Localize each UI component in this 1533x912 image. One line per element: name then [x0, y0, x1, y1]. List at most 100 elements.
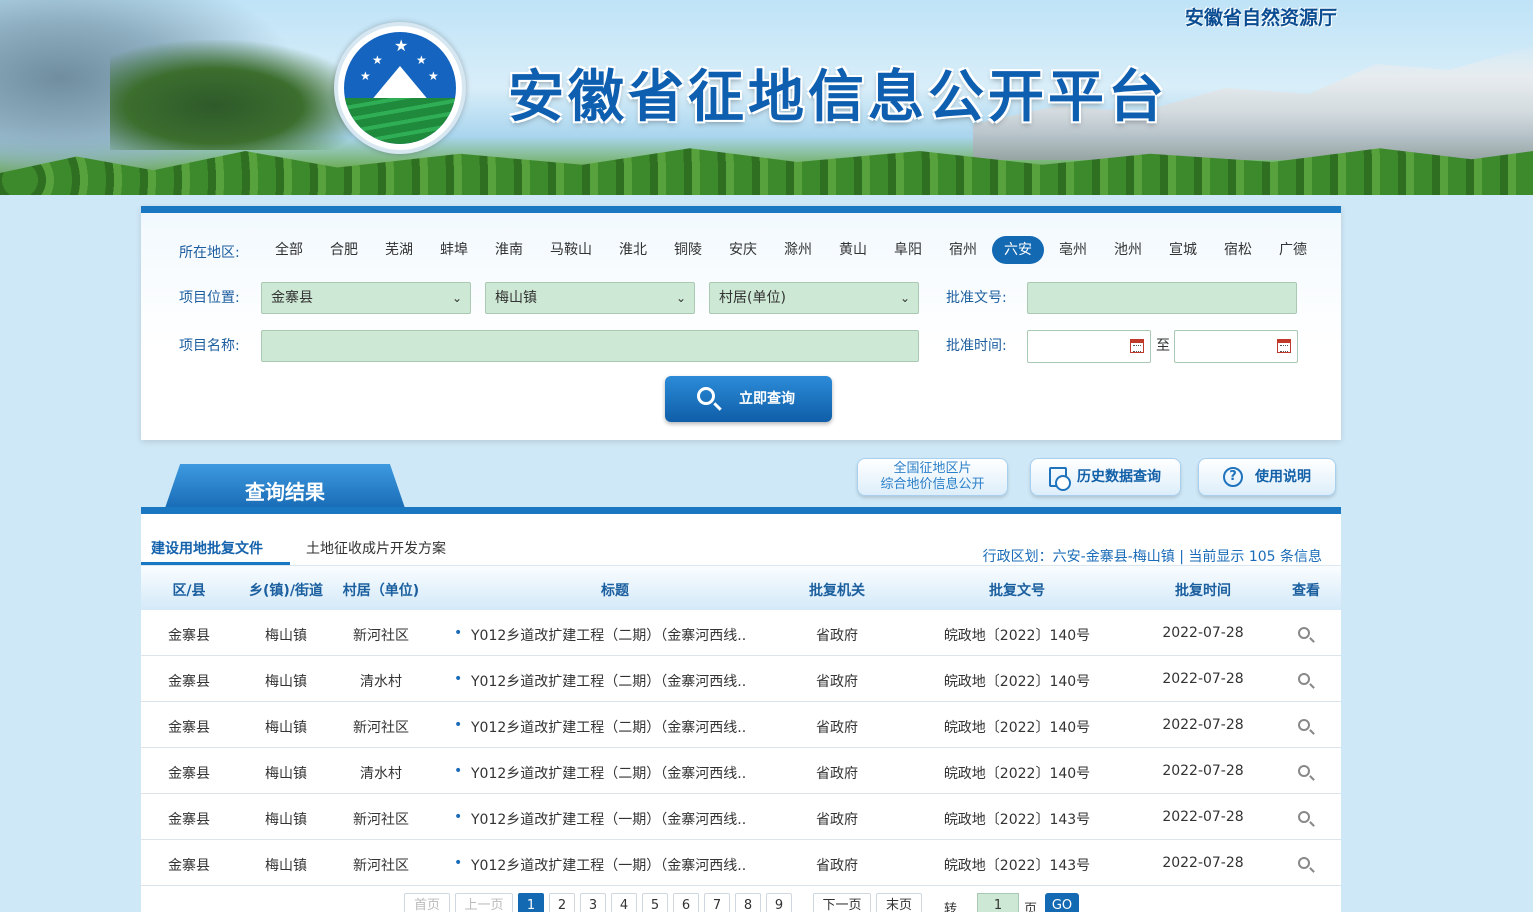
cell-title[interactable]: Y012乡道改扩建工程（二期）（金寨河西线.. [454, 625, 791, 645]
calendar-icon[interactable] [1277, 339, 1291, 353]
village-select[interactable]: 村居(单位) ⌄ [709, 282, 919, 314]
cell-date: 2022-07-28 [1162, 763, 1244, 779]
region-option[interactable]: 安庆 [717, 236, 769, 264]
region-option[interactable]: 全部 [263, 236, 315, 264]
first-page-button[interactable]: 首页 [404, 893, 450, 912]
page-number-button[interactable]: 5 [642, 893, 668, 912]
goto-page-input[interactable]: 1 [977, 893, 1019, 912]
region-option[interactable]: 芜湖 [373, 236, 425, 264]
prev-page-button[interactable]: 上一页 [455, 893, 513, 912]
cell-title[interactable]: Y012乡道改扩建工程（二期）（金寨河西线.. [454, 717, 791, 737]
search-panel: 所在地区: 全部 合肥 芜湖 蚌埠 淮南 马鞍山 淮北 铜陵 安庆 滁州 黄山 阜阳 宿州 六安 亳州 池州宣… [141, 206, 1341, 440]
region-option[interactable]: 宿松 [1212, 236, 1264, 264]
search-icon [697, 387, 715, 405]
table-row[interactable]: 金寨县 梅山镇 新河社区 Y012乡道改扩建工程（一期）（金寨河西线.. 省政府 皖政地〔… [141, 840, 1341, 886]
cell-town: 梅山镇 [265, 674, 307, 690]
view-search-icon[interactable] [1298, 765, 1310, 777]
active-tab-indicator [141, 562, 290, 565]
county-select-value: 金寨县 [271, 290, 313, 306]
cell-village: 新河社区 [353, 628, 409, 644]
cell-town: 梅山镇 [265, 858, 307, 874]
view-search-icon[interactable] [1298, 811, 1310, 823]
calendar-icon[interactable] [1130, 339, 1144, 353]
table-row[interactable]: 金寨县 梅山镇 新河社区 Y012乡道改扩建工程（二期）（金寨河西线.. 省政府 皖政地〔… [141, 702, 1341, 748]
region-option[interactable]: 淮南 [483, 236, 535, 264]
region-option[interactable]: 黄山 [827, 236, 879, 264]
header-banner: ★ ★ ★ ★ ★ 安徽省征地信息公开平台 安徽省自然资源厅 [0, 0, 1533, 195]
date-from-input[interactable] [1027, 330, 1151, 363]
cell-date: 2022-07-28 [1162, 717, 1244, 733]
approval-no-input[interactable] [1027, 282, 1297, 314]
page-number-button[interactable]: 7 [704, 893, 730, 912]
region-option[interactable]: 淮北 [607, 236, 659, 264]
tab-expropriation-plans[interactable]: 土地征收成片开发方案 [306, 538, 446, 558]
goto-button[interactable]: GO [1045, 893, 1079, 912]
approval-time-label: 批准时间: [946, 338, 1007, 354]
county-select[interactable]: 金寨县 ⌄ [261, 282, 471, 314]
cell-title[interactable]: Y012乡道改扩建工程（一期）（金寨河西线.. [454, 855, 791, 875]
cell-title[interactable]: Y012乡道改扩建工程（二期）（金寨河西线.. [454, 671, 791, 691]
col-date: 批复时间 [1175, 583, 1231, 599]
view-search-icon[interactable] [1298, 627, 1310, 639]
region-option[interactable]: 亳州 [1047, 236, 1099, 264]
national-land-price-button[interactable]: 全国征地区片 综合地价信息公开 [857, 458, 1008, 496]
cell-village: 新河社区 [353, 858, 409, 874]
cell-town: 梅山镇 [265, 766, 307, 782]
table-row[interactable]: 金寨县 梅山镇 新河社区 Y012乡道改扩建工程（一期）（金寨河西线.. 省政府 皖政地〔… [141, 794, 1341, 840]
region-option[interactable]: 马鞍山 [538, 236, 604, 264]
col-view: 查看 [1292, 583, 1320, 599]
table-row[interactable]: 金寨县 梅山镇 清水村 Y012乡道改扩建工程（二期）（金寨河西线.. 省政府 皖政地〔2… [141, 748, 1341, 794]
help-button[interactable]: ? 使用说明 [1198, 458, 1336, 496]
page-number-button[interactable]: 8 [735, 893, 761, 912]
chevron-down-icon: ⌄ [451, 291, 462, 305]
page-number-button[interactable]: 4 [611, 893, 637, 912]
last-page-button[interactable]: 末页 [876, 893, 922, 912]
page-number-button[interactable]: 9 [766, 893, 792, 912]
region-option[interactable]: 宿州 [937, 236, 989, 264]
town-select[interactable]: 梅山镇 ⌄ [485, 282, 695, 314]
cell-authority: 省政府 [816, 858, 858, 874]
page-number-button[interactable]: 3 [580, 893, 606, 912]
table-row[interactable]: 金寨县 梅山镇 清水村 Y012乡道改扩建工程（二期）（金寨河西线.. 省政府 皖政地〔2… [141, 656, 1341, 702]
page-number-button[interactable]: 6 [673, 893, 699, 912]
next-page-button[interactable]: 下一页 [813, 893, 871, 912]
date-to-input[interactable] [1174, 330, 1298, 363]
cell-date: 2022-07-28 [1162, 625, 1244, 641]
national-land-price-line1: 全国征地区片 [893, 461, 972, 476]
search-button[interactable]: 立即查询 [665, 376, 832, 422]
region-option[interactable]: 合肥 [318, 236, 370, 264]
cell-doc-no: 皖政地〔2022〕140号 [943, 674, 1091, 690]
cell-authority: 省政府 [816, 720, 858, 736]
region-filter: 全部 合肥 芜湖 蚌埠 淮南 马鞍山 淮北 铜陵 安庆 滁州 黄山 阜阳 宿州 六安 亳州 池州 宣城 宿松 广德 [263, 236, 1322, 264]
cell-doc-no: 皖政地〔2022〕143号 [943, 858, 1091, 874]
approval-no-label: 批准文号: [946, 290, 1007, 306]
table-row[interactable]: 金寨县 梅山镇 新河社区 Y012乡道改扩建工程（二期）（金寨河西线.. 省政府 皖政地〔… [141, 610, 1341, 656]
region-option[interactable]: 滁州 [772, 236, 824, 264]
tab-approval-docs[interactable]: 建设用地批复文件 [151, 538, 263, 558]
page-number-button[interactable]: 1 [518, 893, 544, 912]
cell-authority: 省政府 [816, 674, 858, 690]
region-option[interactable]: 六安 [992, 236, 1044, 264]
cell-title[interactable]: Y012乡道改扩建工程（一期）（金寨河西线.. [454, 809, 791, 829]
cell-title[interactable]: Y012乡道改扩建工程（二期）（金寨河西线.. [454, 763, 791, 783]
view-search-icon[interactable] [1298, 673, 1310, 685]
region-option[interactable]: 阜阳 [882, 236, 934, 264]
table-header: 区/县 乡(镇)/街道 村居（单位) 标题 批复机关 批复文号 批复时间 查看 [141, 566, 1341, 610]
location-label: 项目位置: [179, 290, 240, 306]
cell-county: 金寨县 [168, 766, 210, 782]
view-search-icon[interactable] [1298, 857, 1310, 869]
cell-doc-no: 皖政地〔2022〕143号 [943, 812, 1091, 828]
cell-town: 梅山镇 [265, 812, 307, 828]
region-option[interactable]: 铜陵 [662, 236, 714, 264]
region-option[interactable]: 蚌埠 [428, 236, 480, 264]
region-option[interactable]: 池州 [1102, 236, 1154, 264]
region-option[interactable]: 广德 [1267, 236, 1319, 264]
cell-date: 2022-07-28 [1162, 855, 1244, 871]
history-data-button[interactable]: 历史数据查询 [1030, 458, 1181, 496]
view-search-icon[interactable] [1298, 719, 1310, 731]
cell-county: 金寨县 [168, 628, 210, 644]
region-option[interactable]: 宣城 [1157, 236, 1209, 264]
col-village: 村居（单位) [342, 583, 420, 599]
project-name-input[interactable] [261, 330, 919, 362]
page-number-button[interactable]: 2 [549, 893, 575, 912]
